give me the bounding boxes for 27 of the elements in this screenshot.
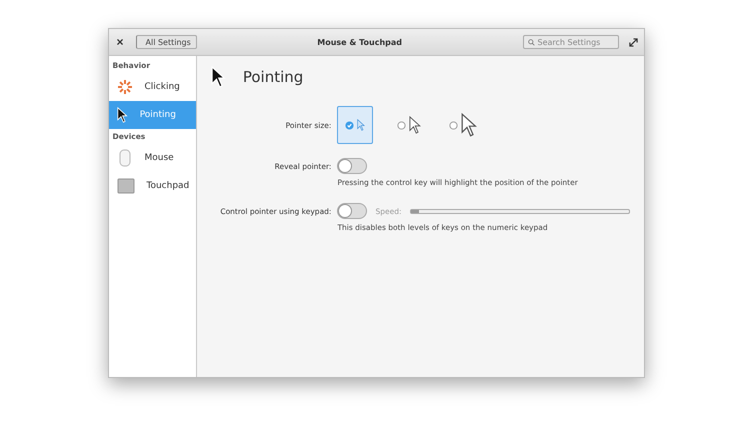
back-button[interactable]: All Settings <box>136 35 197 49</box>
search-icon <box>528 38 534 46</box>
pointer-icon <box>116 107 128 123</box>
radio-icon <box>449 120 458 130</box>
sidebar-label: Pointing <box>140 110 176 120</box>
touchpad-icon <box>116 178 134 194</box>
toggle-switch[interactable] <box>337 203 368 219</box>
sidebar-item[interactable]: Clicking <box>108 73 196 101</box>
sidebar-label: Mouse <box>144 153 174 163</box>
pointer-icon <box>357 119 366 131</box>
sidebar-item[interactable]: Touchpad <box>108 172 196 200</box>
mouse-icon <box>116 149 132 167</box>
search-field[interactable]: Search Settings <box>522 35 618 49</box>
radio-icon <box>397 120 406 130</box>
window-title: Mouse & Touchpad <box>316 38 404 46</box>
toggle-switch[interactable] <box>337 158 368 174</box>
burst-icon <box>116 79 132 95</box>
close-button[interactable]: × <box>114 35 126 49</box>
pointer-icon <box>409 116 422 134</box>
sidebar-label: Touchpad <box>146 181 190 191</box>
pointer-icon <box>461 113 478 137</box>
sidebar-item[interactable]: Mouse <box>108 144 196 172</box>
pointer-icon <box>211 66 227 88</box>
page-title: Pointing <box>242 68 304 86</box>
check-icon <box>345 120 354 130</box>
maximize-icon[interactable] <box>628 38 638 46</box>
sidebar-label: Clicking <box>144 82 180 92</box>
